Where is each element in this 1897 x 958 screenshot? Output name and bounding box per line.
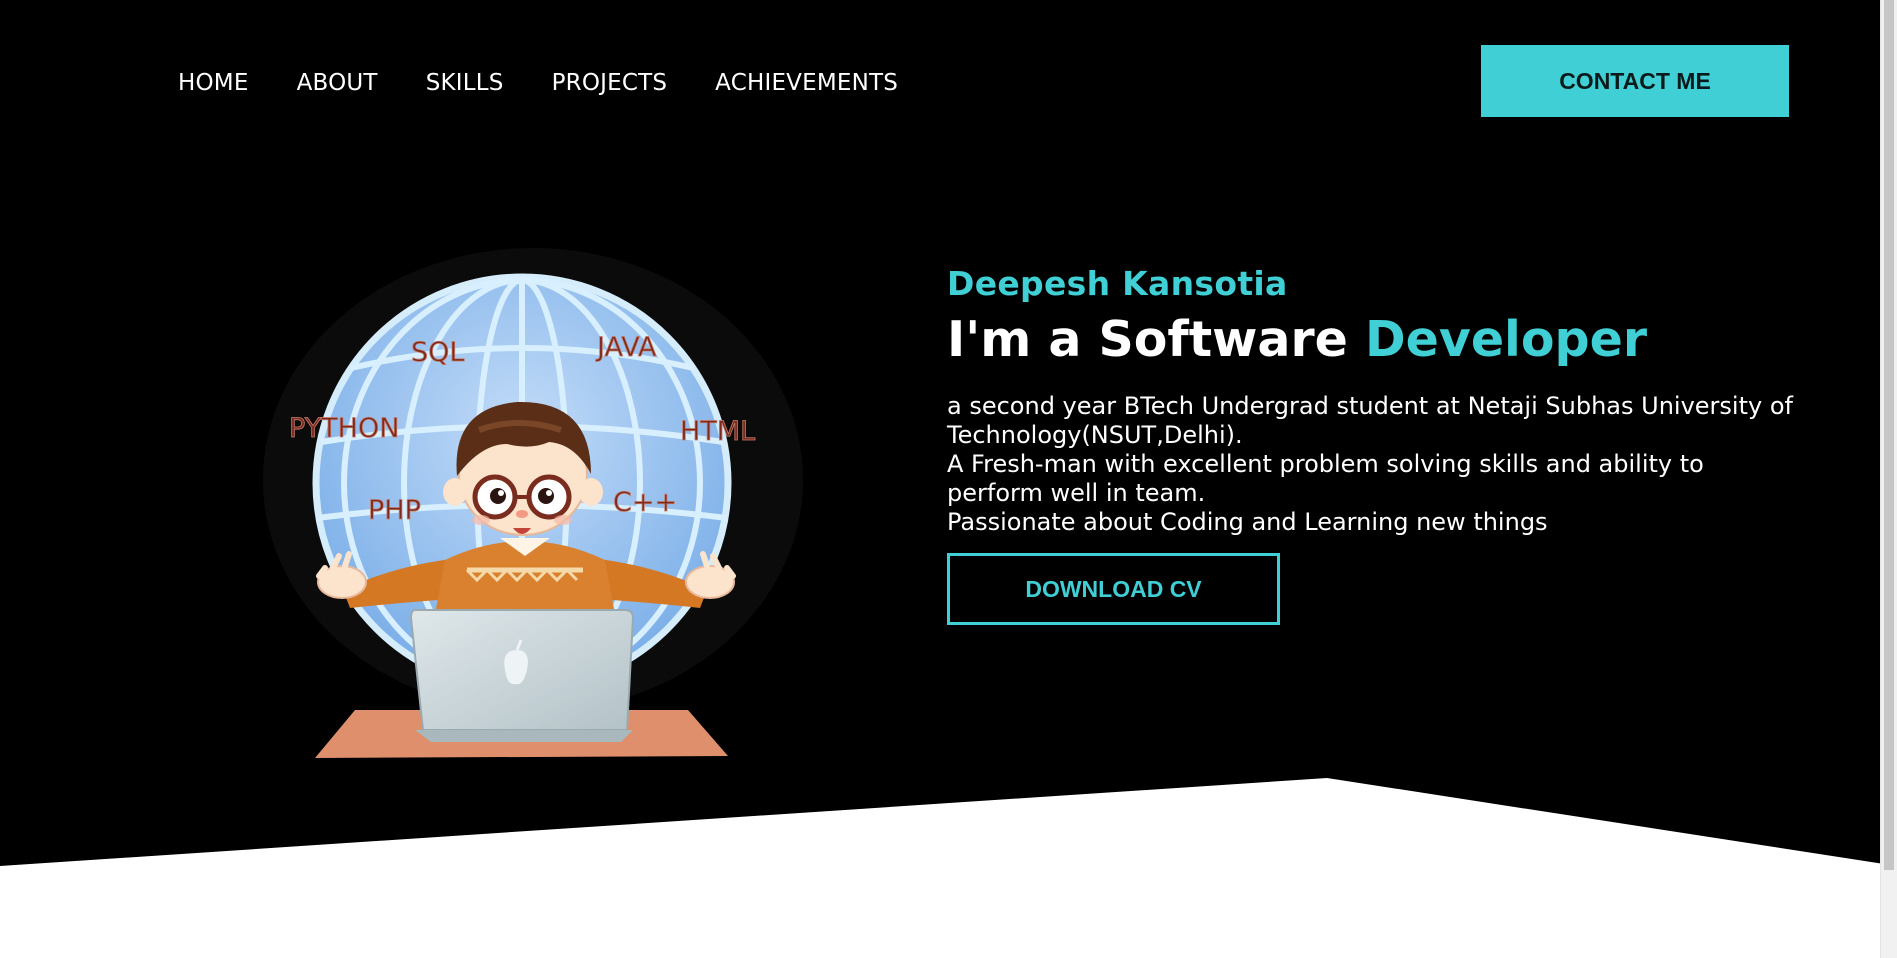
globe-label-html: HTML	[680, 416, 755, 447]
hero-title-prefix: I'm a Software	[947, 311, 1365, 368]
contact-me-button[interactable]: CONTACT ME	[1481, 45, 1789, 117]
scrollbar-thumb[interactable]	[1884, 0, 1894, 870]
page-scrollbar[interactable]	[1880, 0, 1897, 958]
globe-label-cpp: C++	[613, 487, 677, 518]
globe-label-sql: SQL	[411, 337, 464, 368]
hero-title: I'm a Software Developer	[947, 308, 1807, 372]
nav-achievements-link[interactable]: ACHIEVEMENTS	[715, 70, 898, 96]
globe-label-python: PYTHON	[289, 413, 399, 444]
portfolio-page: HOME ABOUT SKILLS PROJECTS ACHIEVEMENTS …	[0, 0, 1897, 958]
developer-illustration-svg: SQL JAVA PYTHON HTML PHP C++	[263, 248, 803, 758]
hero-description: a second year BTech Undergrad student at…	[947, 392, 1807, 537]
globe-label-java: JAVA	[595, 332, 657, 363]
main-nav: HOME ABOUT SKILLS PROJECTS ACHIEVEMENTS	[178, 66, 898, 100]
hero-description-line-3: Passionate about Coding and Learning new…	[947, 508, 1548, 536]
nav-home-link[interactable]: HOME	[178, 70, 249, 96]
hero-title-accent: Developer	[1364, 311, 1647, 368]
download-cv-button[interactable]: DOWNLOAD CV	[947, 553, 1280, 625]
laptop-icon	[409, 609, 635, 742]
hero-description-line-2: A Fresh-man with excellent problem solvi…	[947, 450, 1704, 507]
hero-name: Deepesh Kansotia	[947, 264, 1288, 303]
nav-skills-link[interactable]: SKILLS	[426, 70, 504, 96]
nav-about-link[interactable]: ABOUT	[297, 70, 378, 96]
nav-projects-link[interactable]: PROJECTS	[552, 70, 668, 96]
hero-description-line-1: a second year BTech Undergrad student at…	[947, 392, 1793, 449]
hero-section: Deepesh Kansotia I'm a Software Develope…	[947, 262, 1807, 625]
developer-globe-illustration: SQL JAVA PYTHON HTML PHP C++	[255, 230, 815, 765]
globe-label-php: PHP	[368, 495, 421, 526]
